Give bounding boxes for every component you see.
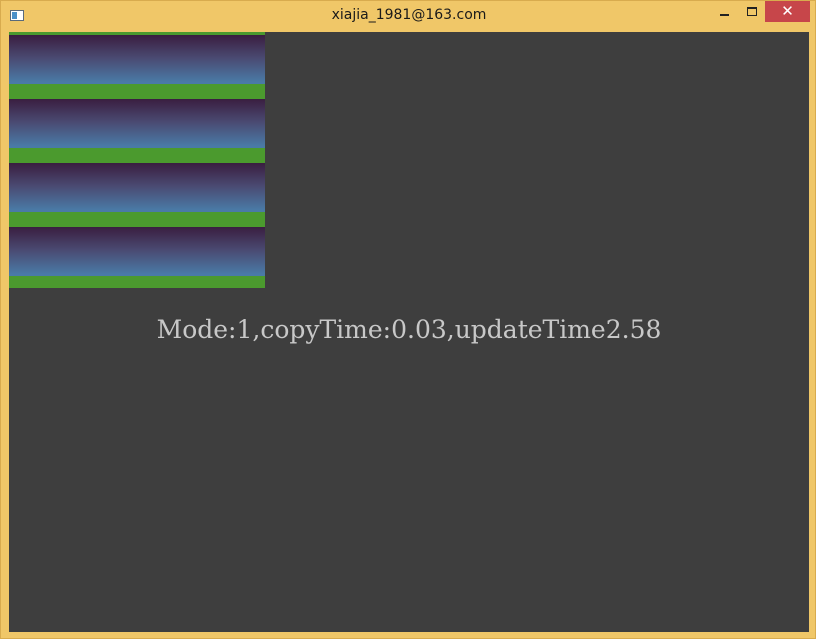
maximize-button[interactable] (738, 1, 765, 22)
status-text: Mode:1,copyTime:0.03,updateTime2.58 (156, 315, 662, 344)
texture-tiles (9, 32, 265, 288)
close-icon: ✕ (781, 2, 794, 20)
app-window-icon[interactable] (10, 10, 24, 21)
texture-tile (9, 96, 265, 160)
texture-tile (9, 224, 265, 288)
texture-tile (9, 32, 265, 96)
minimize-button[interactable] (711, 1, 738, 22)
maximize-icon (746, 7, 757, 16)
window-title: xiajia_1981@163.com (331, 7, 487, 23)
close-button[interactable]: ✕ (765, 1, 810, 22)
minimize-icon (720, 13, 729, 16)
title-bar[interactable]: xiajia_1981@163.com ✕ (1, 1, 816, 32)
texture-tile (9, 160, 265, 224)
app-window: xiajia_1981@163.com ✕ Mode:1,copyTime:0.… (0, 0, 816, 639)
render-canvas[interactable]: Mode:1,copyTime:0.03,updateTime2.58 (9, 32, 809, 632)
